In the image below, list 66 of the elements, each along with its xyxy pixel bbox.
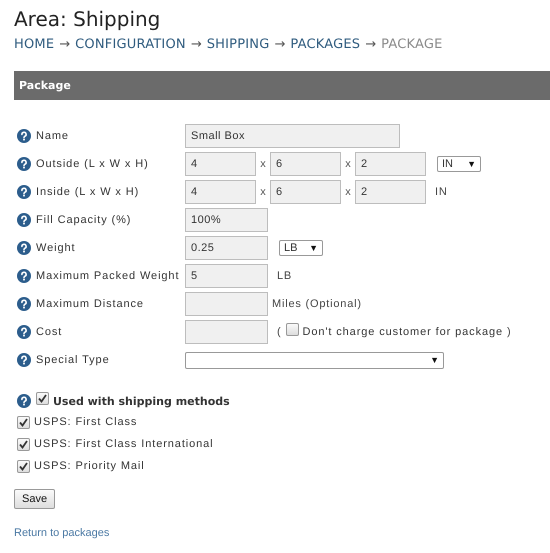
help-icon[interactable] bbox=[17, 297, 31, 311]
separator-text: x bbox=[344, 186, 352, 198]
checkbox-label: USPS: First Class International bbox=[34, 438, 214, 450]
input-field[interactable]: Small Box bbox=[185, 124, 400, 148]
separator-text: x bbox=[259, 186, 267, 198]
field-label: Outside (L x W x H) bbox=[36, 158, 149, 170]
dropdown[interactable]: ▼ bbox=[185, 352, 444, 368]
input-field[interactable]: 2 bbox=[355, 152, 426, 176]
input-field[interactable]: 4 bbox=[185, 152, 256, 176]
field-label: Cost bbox=[36, 326, 62, 338]
input-field[interactable]: 0.25 bbox=[185, 236, 268, 260]
field-label: Special Type bbox=[36, 354, 110, 366]
unit-label: ( bbox=[277, 326, 282, 338]
breadcrumb-arrow: → bbox=[190, 37, 202, 52]
checkbox[interactable] bbox=[286, 322, 300, 336]
breadcrumb-link[interactable]: PACKAGES bbox=[290, 37, 360, 52]
checkbox-label: Don't charge customer for package bbox=[302, 326, 504, 338]
hint-text: ) bbox=[507, 326, 512, 338]
checkbox-label: Used with shipping methods bbox=[53, 394, 230, 408]
help-icon[interactable] bbox=[17, 241, 31, 255]
input-field[interactable]: 5 bbox=[185, 264, 268, 288]
help-icon[interactable] bbox=[17, 269, 31, 283]
checkbox[interactable] bbox=[36, 392, 49, 404]
return-link[interactable]: Return to packages bbox=[14, 527, 110, 539]
input-field[interactable]: 2 bbox=[355, 180, 426, 204]
breadcrumb-arrow: → bbox=[274, 37, 286, 52]
help-icon[interactable] bbox=[17, 157, 31, 171]
breadcrumb-arrow: → bbox=[365, 37, 376, 52]
breadcrumb-link[interactable]: SHIPPING bbox=[206, 37, 270, 52]
panel-title: Package bbox=[19, 79, 71, 92]
help-icon[interactable] bbox=[17, 394, 31, 408]
checkbox-label: USPS: First Class bbox=[34, 416, 138, 428]
checkbox[interactable] bbox=[17, 460, 30, 472]
page-title: Area: Shipping bbox=[14, 6, 162, 33]
hint-text: Miles (Optional) bbox=[272, 298, 362, 310]
help-icon[interactable] bbox=[17, 129, 31, 143]
checkbox[interactable] bbox=[17, 438, 30, 450]
input-field[interactable]: 100% bbox=[185, 208, 268, 232]
breadcrumb-arrow: → bbox=[59, 37, 70, 52]
field-label: Maximum Distance bbox=[36, 298, 144, 310]
input-field[interactable]: 6 bbox=[270, 180, 341, 204]
field-label: Weight bbox=[36, 242, 76, 254]
unit-label: IN bbox=[435, 186, 448, 198]
checkbox[interactable] bbox=[17, 416, 30, 428]
input-field[interactable] bbox=[185, 320, 268, 344]
help-icon[interactable] bbox=[17, 325, 31, 339]
field-label: Maximum Packed Weight bbox=[36, 270, 180, 282]
field-label: Name bbox=[36, 130, 69, 142]
help-icon[interactable] bbox=[17, 213, 31, 227]
help-icon[interactable] bbox=[17, 353, 31, 367]
breadcrumb-link[interactable]: HOME bbox=[14, 37, 54, 52]
save-button[interactable]: Save bbox=[14, 489, 56, 509]
field-label: Inside (L x W x H) bbox=[36, 186, 140, 198]
dropdown[interactable]: IN ▼ bbox=[437, 156, 481, 172]
help-icon[interactable] bbox=[17, 185, 31, 199]
input-field[interactable] bbox=[185, 292, 268, 316]
input-field[interactable]: 4 bbox=[185, 180, 256, 204]
dropdown[interactable]: LB ▼ bbox=[279, 240, 323, 256]
separator-text: x bbox=[259, 158, 267, 170]
field-label: Fill Capacity (%) bbox=[36, 214, 132, 226]
separator-text: x bbox=[344, 158, 352, 170]
checkbox-label: USPS: Priority Mail bbox=[34, 460, 145, 472]
unit-label: LB bbox=[277, 270, 292, 282]
breadcrumb-current: PACKAGE bbox=[381, 37, 443, 52]
input-field[interactable]: 6 bbox=[270, 152, 341, 176]
breadcrumb-link[interactable]: CONFIGURATION bbox=[75, 37, 186, 52]
